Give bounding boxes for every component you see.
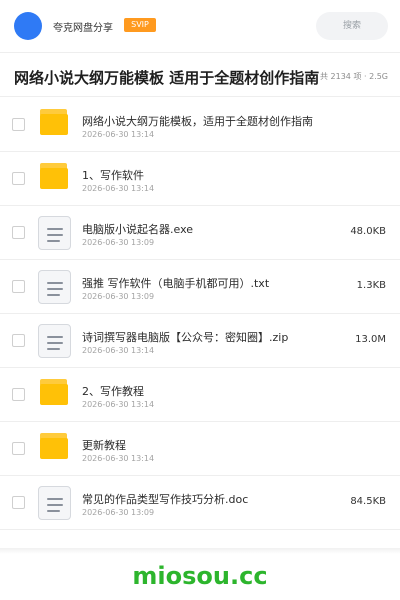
row-checkbox[interactable]: [12, 280, 25, 293]
row-checkbox[interactable]: [12, 442, 25, 455]
folder-icon: [38, 379, 70, 409]
file-date: 2026-06-30 13:09: [82, 508, 155, 517]
document-icon: [38, 486, 71, 520]
file-date: 2026-06-30 13:14: [82, 184, 155, 193]
file-row[interactable]: 电脑版小说起名器.exe 2026-06-30 13:09 48.0KB: [0, 206, 400, 260]
row-checkbox[interactable]: [12, 226, 25, 239]
share-summary: 共 2134 项 · 2.5G: [320, 72, 388, 81]
folder-icon: [38, 433, 70, 463]
row-checkbox[interactable]: [12, 118, 25, 131]
title-bar: 网络小说大纲万能模板 适用于全题材创作指南 共 2134 项 · 2.5G: [0, 53, 400, 97]
file-size: 1.3KB: [356, 280, 386, 291]
top-bar: 夸克网盘分享 SVIP 搜索: [0, 0, 400, 52]
footer-divider: [0, 548, 400, 554]
row-checkbox[interactable]: [12, 496, 25, 509]
file-row[interactable]: 常见的作品类型写作技巧分析.doc 2026-06-30 13:09 84.5K…: [0, 476, 400, 530]
file-name[interactable]: 常见的作品类型写作技巧分析.doc: [82, 491, 248, 507]
file-date: 2026-06-30 13:14: [82, 130, 155, 139]
file-name[interactable]: 电脑版小说起名器.exe: [82, 221, 193, 237]
file-row[interactable]: 网络小说大纲万能模板，适用于全题材创作指南 2026-06-30 13:14: [0, 98, 400, 152]
file-row[interactable]: 更新教程 2026-06-30 13:14: [0, 422, 400, 476]
file-row[interactable]: 诗词撰写器电脑版【公众号：密知圈】.zip 2026-06-30 13:14 1…: [0, 314, 400, 368]
file-name[interactable]: 1、写作软件: [82, 167, 144, 183]
file-list: 网络小说大纲万能模板，适用于全题材创作指南 2026-06-30 13:14 1…: [0, 98, 400, 530]
document-icon: [38, 324, 71, 358]
file-row[interactable]: 2、写作教程 2026-06-30 13:14: [0, 368, 400, 422]
file-row[interactable]: 强推 写作软件（电脑手机都可用）.txt 2026-06-30 13:09 1.…: [0, 260, 400, 314]
file-date: 2026-06-30 13:14: [82, 454, 155, 463]
file-name[interactable]: 2、写作教程: [82, 383, 144, 399]
file-size: 84.5KB: [350, 496, 386, 507]
file-size: 13.0M: [355, 334, 386, 345]
svip-badge: SVIP: [124, 18, 156, 32]
file-date: 2026-06-30 13:14: [82, 400, 155, 409]
avatar[interactable]: [14, 12, 42, 40]
document-icon: [38, 270, 71, 304]
folder-icon: [38, 163, 70, 193]
site-watermark: miosou.cc: [132, 562, 268, 590]
file-name[interactable]: 更新教程: [82, 437, 126, 453]
row-checkbox[interactable]: [12, 388, 25, 401]
file-date: 2026-06-30 13:09: [82, 292, 155, 301]
file-name[interactable]: 强推 写作软件（电脑手机都可用）.txt: [82, 275, 269, 291]
account-name[interactable]: 夸克网盘分享: [53, 19, 113, 34]
file-date: 2026-06-30 13:09: [82, 238, 155, 247]
file-name[interactable]: 网络小说大纲万能模板，适用于全题材创作指南: [82, 113, 313, 129]
file-size: 48.0KB: [350, 226, 386, 237]
row-checkbox[interactable]: [12, 172, 25, 185]
document-icon: [38, 216, 71, 250]
file-row[interactable]: 1、写作软件 2026-06-30 13:14: [0, 152, 400, 206]
search-button[interactable]: 搜索: [316, 12, 388, 40]
row-checkbox[interactable]: [12, 334, 25, 347]
file-name[interactable]: 诗词撰写器电脑版【公众号：密知圈】.zip: [82, 329, 288, 345]
page-title: 网络小说大纲万能模板 适用于全题材创作指南: [14, 69, 320, 87]
folder-icon: [38, 109, 70, 139]
file-date: 2026-06-30 13:14: [82, 346, 155, 355]
